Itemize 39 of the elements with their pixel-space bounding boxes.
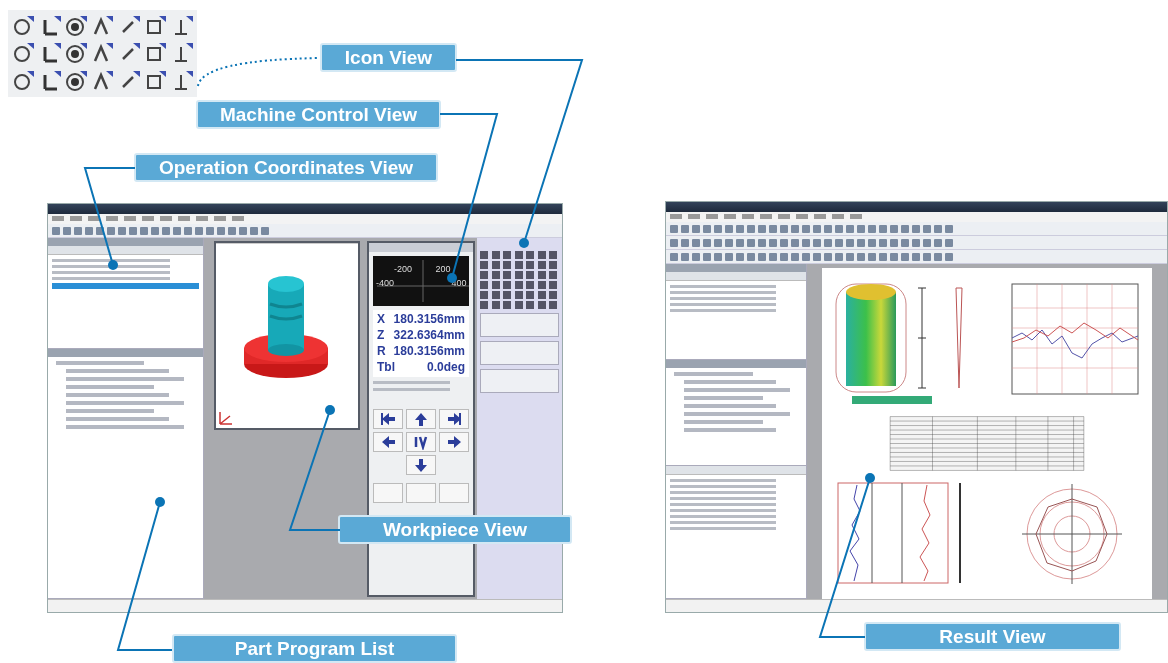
axis-label: Z — [377, 328, 385, 343]
axis-label: Tbl — [377, 360, 395, 375]
callout-label: Result View — [864, 622, 1121, 651]
tool-button[interactable] — [439, 483, 469, 503]
scale-label: -400 — [376, 278, 394, 288]
scale-label: -200 — [394, 264, 412, 274]
measurement-icon[interactable] — [12, 13, 35, 38]
jog-button[interactable] — [373, 432, 403, 452]
position-value: 0.0deg — [427, 360, 465, 375]
measurement-icon[interactable] — [65, 13, 88, 38]
tool-button[interactable] — [406, 483, 436, 503]
arrow-icon — [413, 411, 429, 427]
position-value: 322.6364mm — [393, 328, 465, 343]
position-value: 180.3156mm — [393, 344, 465, 359]
arrow-icon — [446, 411, 462, 427]
scale-label: 200 — [435, 264, 451, 274]
measurement-icon[interactable] — [65, 69, 88, 94]
jog-button[interactable] — [439, 432, 469, 452]
jog-button[interactable] — [406, 409, 436, 429]
arrow-icon — [380, 411, 396, 427]
callout-label: Workpiece View — [338, 515, 572, 544]
arrow-icon — [446, 434, 462, 450]
measurement-icon[interactable] — [65, 41, 88, 66]
callout-label: Machine Control View — [196, 100, 441, 129]
position-value: 180.3156mm — [393, 312, 465, 327]
arrow-icon — [413, 457, 429, 473]
jog-button[interactable] — [373, 409, 403, 429]
palette-button[interactable] — [480, 369, 559, 393]
callout-label: Icon View — [320, 43, 457, 72]
callout-label: Part Program List — [172, 634, 457, 663]
axis-label: R — [377, 344, 386, 359]
jog-button[interactable] — [406, 455, 436, 475]
jog-button[interactable] — [439, 409, 469, 429]
arrow-icon — [380, 434, 396, 450]
callout-label: Operation Coordinates View — [134, 153, 438, 182]
tool-button[interactable] — [373, 483, 403, 503]
axis-label: X — [377, 312, 385, 327]
jog-button[interactable] — [406, 432, 436, 452]
palette-button[interactable] — [480, 341, 559, 365]
